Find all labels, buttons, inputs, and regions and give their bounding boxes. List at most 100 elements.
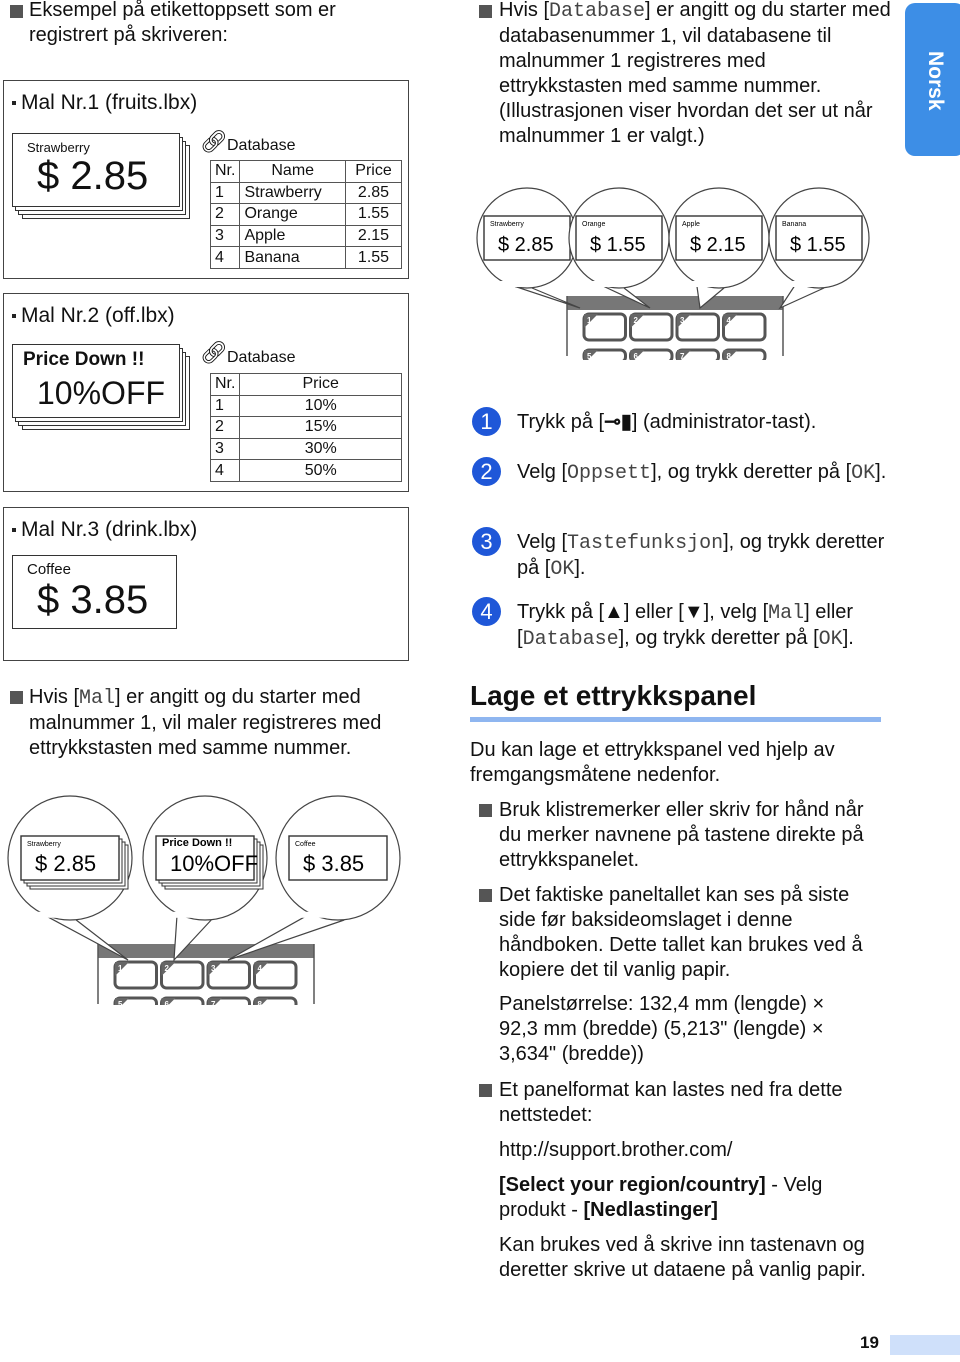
label-small-text: Strawberry [27, 140, 90, 155]
one-touch-key-8[interactable]: 8 [253, 996, 298, 1005]
key-number: 6 [634, 352, 639, 360]
database-table-2: Nr. Price 1 10% 2 15% 3 30% 4 50% [209, 373, 402, 482]
one-touch-key-1[interactable]: 1 [582, 312, 627, 342]
template-3-label-preview: Coffee $ 3.85 [12, 555, 177, 629]
one-touch-key-4[interactable]: 4 [253, 960, 298, 990]
one-touch-key-6[interactable]: 6 [629, 348, 674, 360]
label-price: $ 1.55 [590, 234, 646, 256]
database-label: Database [227, 349, 296, 366]
keypad: 1 2 3 4 5 6 7 8 [97, 944, 315, 1005]
db-bubble-2: Orange $ 1.55 [568, 187, 670, 309]
template-1-box: Mal Nr.1 (fruits.lbx) Strawberry $ 2.85 … [3, 80, 409, 279]
one-touch-key-2[interactable]: 2 [160, 960, 205, 990]
template-1-label: Mal Nr.1 (fruits.lbx) [12, 91, 197, 115]
database-table-1: Nr. Name Price 1 Strawberry 2.85 2 Orange 1.55… [209, 160, 402, 269]
template-2-label: Mal Nr.2 (off.lbx) [12, 304, 175, 328]
step-text: Velg [Tastefunksjon], og trykk deretter … [517, 531, 885, 581]
database-keys-illustration: 1 2 3 4 5 6 7 8 Strawberry $ 2.85 Orange $ 1.55 Appl… [476, 187, 870, 360]
one-touch-key-5[interactable]: 5 [582, 348, 627, 360]
page-number: 19 [860, 1333, 879, 1352]
template-keys-illustration: 1 2 3 4 5 6 7 8 Strawberry $ 2.85 Price Down !! 10%… [7, 795, 401, 1005]
key-number: 8 [727, 352, 732, 360]
database-icon: 🔗︎ [200, 340, 228, 365]
template-2-box: Mal Nr.2 (off.lbx) Price Down !! 10%OFF … [3, 293, 409, 492]
bullet-square [479, 1084, 492, 1097]
bullet-square [10, 691, 23, 704]
one-touch-key-1[interactable]: 1 [113, 960, 158, 990]
label-price: $ 2.15 [690, 234, 746, 256]
label-small-text: Price Down !! [162, 837, 232, 849]
bullet-text: Det faktiske paneltallet kan ses på sist… [499, 884, 863, 981]
step-text: Trykk på [⊸▮] (administrator-tast). [517, 411, 817, 433]
one-touch-key-7[interactable]: 7 [206, 996, 251, 1005]
label-small-text: Coffee [295, 841, 316, 848]
table-row: 1 10% [209, 394, 402, 418]
one-touch-key-3[interactable]: 3 [206, 960, 251, 990]
section-intro: Du kan lage et ettrykkspanel ved hjelp a… [470, 739, 835, 786]
key-number: 2 [634, 316, 639, 325]
table-row: 2 15% [209, 416, 402, 439]
table-row: 4 50% [209, 459, 402, 482]
table-row: 4 Banana 1.55 [209, 246, 402, 269]
usage-text: Kan brukes ved å skrive inn tastenavn og… [499, 1234, 866, 1281]
key-number: 4 [727, 316, 732, 325]
key-number: 3 [680, 316, 685, 325]
one-touch-key-4[interactable]: 4 [722, 312, 767, 342]
page-number-bar [890, 1335, 960, 1355]
step-number-2: 2 [472, 457, 501, 486]
label-price: $ 1.55 [790, 234, 846, 256]
table-row: 3 30% [209, 437, 402, 461]
step-text: Trykk på [▲] eller [▼], velg [Mal] eller… [517, 601, 854, 651]
one-touch-key-2[interactable]: 2 [629, 312, 674, 342]
key-number: 1 [118, 964, 123, 973]
label-price: $ 2.85 [35, 851, 96, 876]
label-small-text: Price Down !! [23, 349, 145, 370]
label-small-text: Coffee [27, 561, 71, 578]
key-number: 1 [587, 316, 592, 325]
label-price: $ 3.85 [303, 851, 364, 876]
step-number-1: 1 [472, 407, 501, 436]
language-tab-label: Norsk [924, 51, 947, 111]
label-small-text: Apple [682, 221, 700, 228]
db-bubble-1: Strawberry $ 2.85 [476, 187, 581, 309]
key-number: 2 [165, 964, 170, 973]
section-heading: Lage et ettrykkspanel [470, 680, 757, 711]
bullet-square [479, 5, 492, 18]
key-number: 7 [211, 1000, 216, 1005]
label-small-text: Orange [582, 221, 605, 228]
label-price: 10%OFF [170, 851, 258, 876]
database-paragraph: Hvis [Database] er angitt og du starter … [499, 0, 891, 147]
bullet-text: Bruk klistremerker eller skriv for hånd … [499, 799, 864, 871]
bullet-square [10, 5, 23, 18]
table-row: 3 Apple 2.15 [209, 224, 402, 248]
template-bubble-2: Price Down !! 10%OFF [142, 795, 268, 962]
label-price: 10%OFF [37, 375, 166, 411]
key-number: 5 [118, 1000, 123, 1005]
key-number: 6 [165, 1000, 170, 1005]
database-icon: 🔗︎ [200, 129, 228, 154]
one-touch-key-7[interactable]: 7 [675, 348, 720, 360]
one-touch-key-5[interactable]: 5 [113, 996, 158, 1005]
one-touch-key-8[interactable]: 8 [722, 348, 767, 360]
key-icon: ⊸▮ [604, 411, 632, 433]
label-small-text: Banana [782, 221, 806, 228]
keypad: 1 2 3 4 5 6 7 8 [566, 296, 784, 360]
step-text: Velg [Oppsett], og trykk deretter på [OK… [517, 461, 887, 485]
download-path: [Select your region/country] - Velg prod… [499, 1174, 823, 1221]
label-price: $ 3.85 [37, 578, 149, 622]
template-3-box: Mal Nr.3 (drink.lbx) Coffee $ 3.85 [3, 507, 409, 661]
support-url[interactable]: http://support.brother.com/ [499, 1138, 889, 1163]
one-touch-key-6[interactable]: 6 [160, 996, 205, 1005]
bullet-square [479, 804, 492, 817]
label-price: $ 2.85 [498, 234, 554, 256]
key-number: 3 [211, 964, 216, 973]
db-bubble-4: Banana $ 1.55 [768, 187, 870, 310]
key-number: 5 [587, 352, 592, 360]
one-touch-key-3[interactable]: 3 [675, 312, 720, 342]
table-row: 2 Orange 1.55 [209, 203, 402, 226]
label-small-text: Strawberry [27, 841, 61, 848]
template-3-label: Mal Nr.3 (drink.lbx) [12, 518, 197, 542]
db-bubble-3: Apple $ 2.15 [668, 187, 770, 310]
intro-text: Eksempel på etikettoppsett som er regist… [29, 0, 336, 46]
label-small-text: Strawberry [490, 221, 524, 228]
